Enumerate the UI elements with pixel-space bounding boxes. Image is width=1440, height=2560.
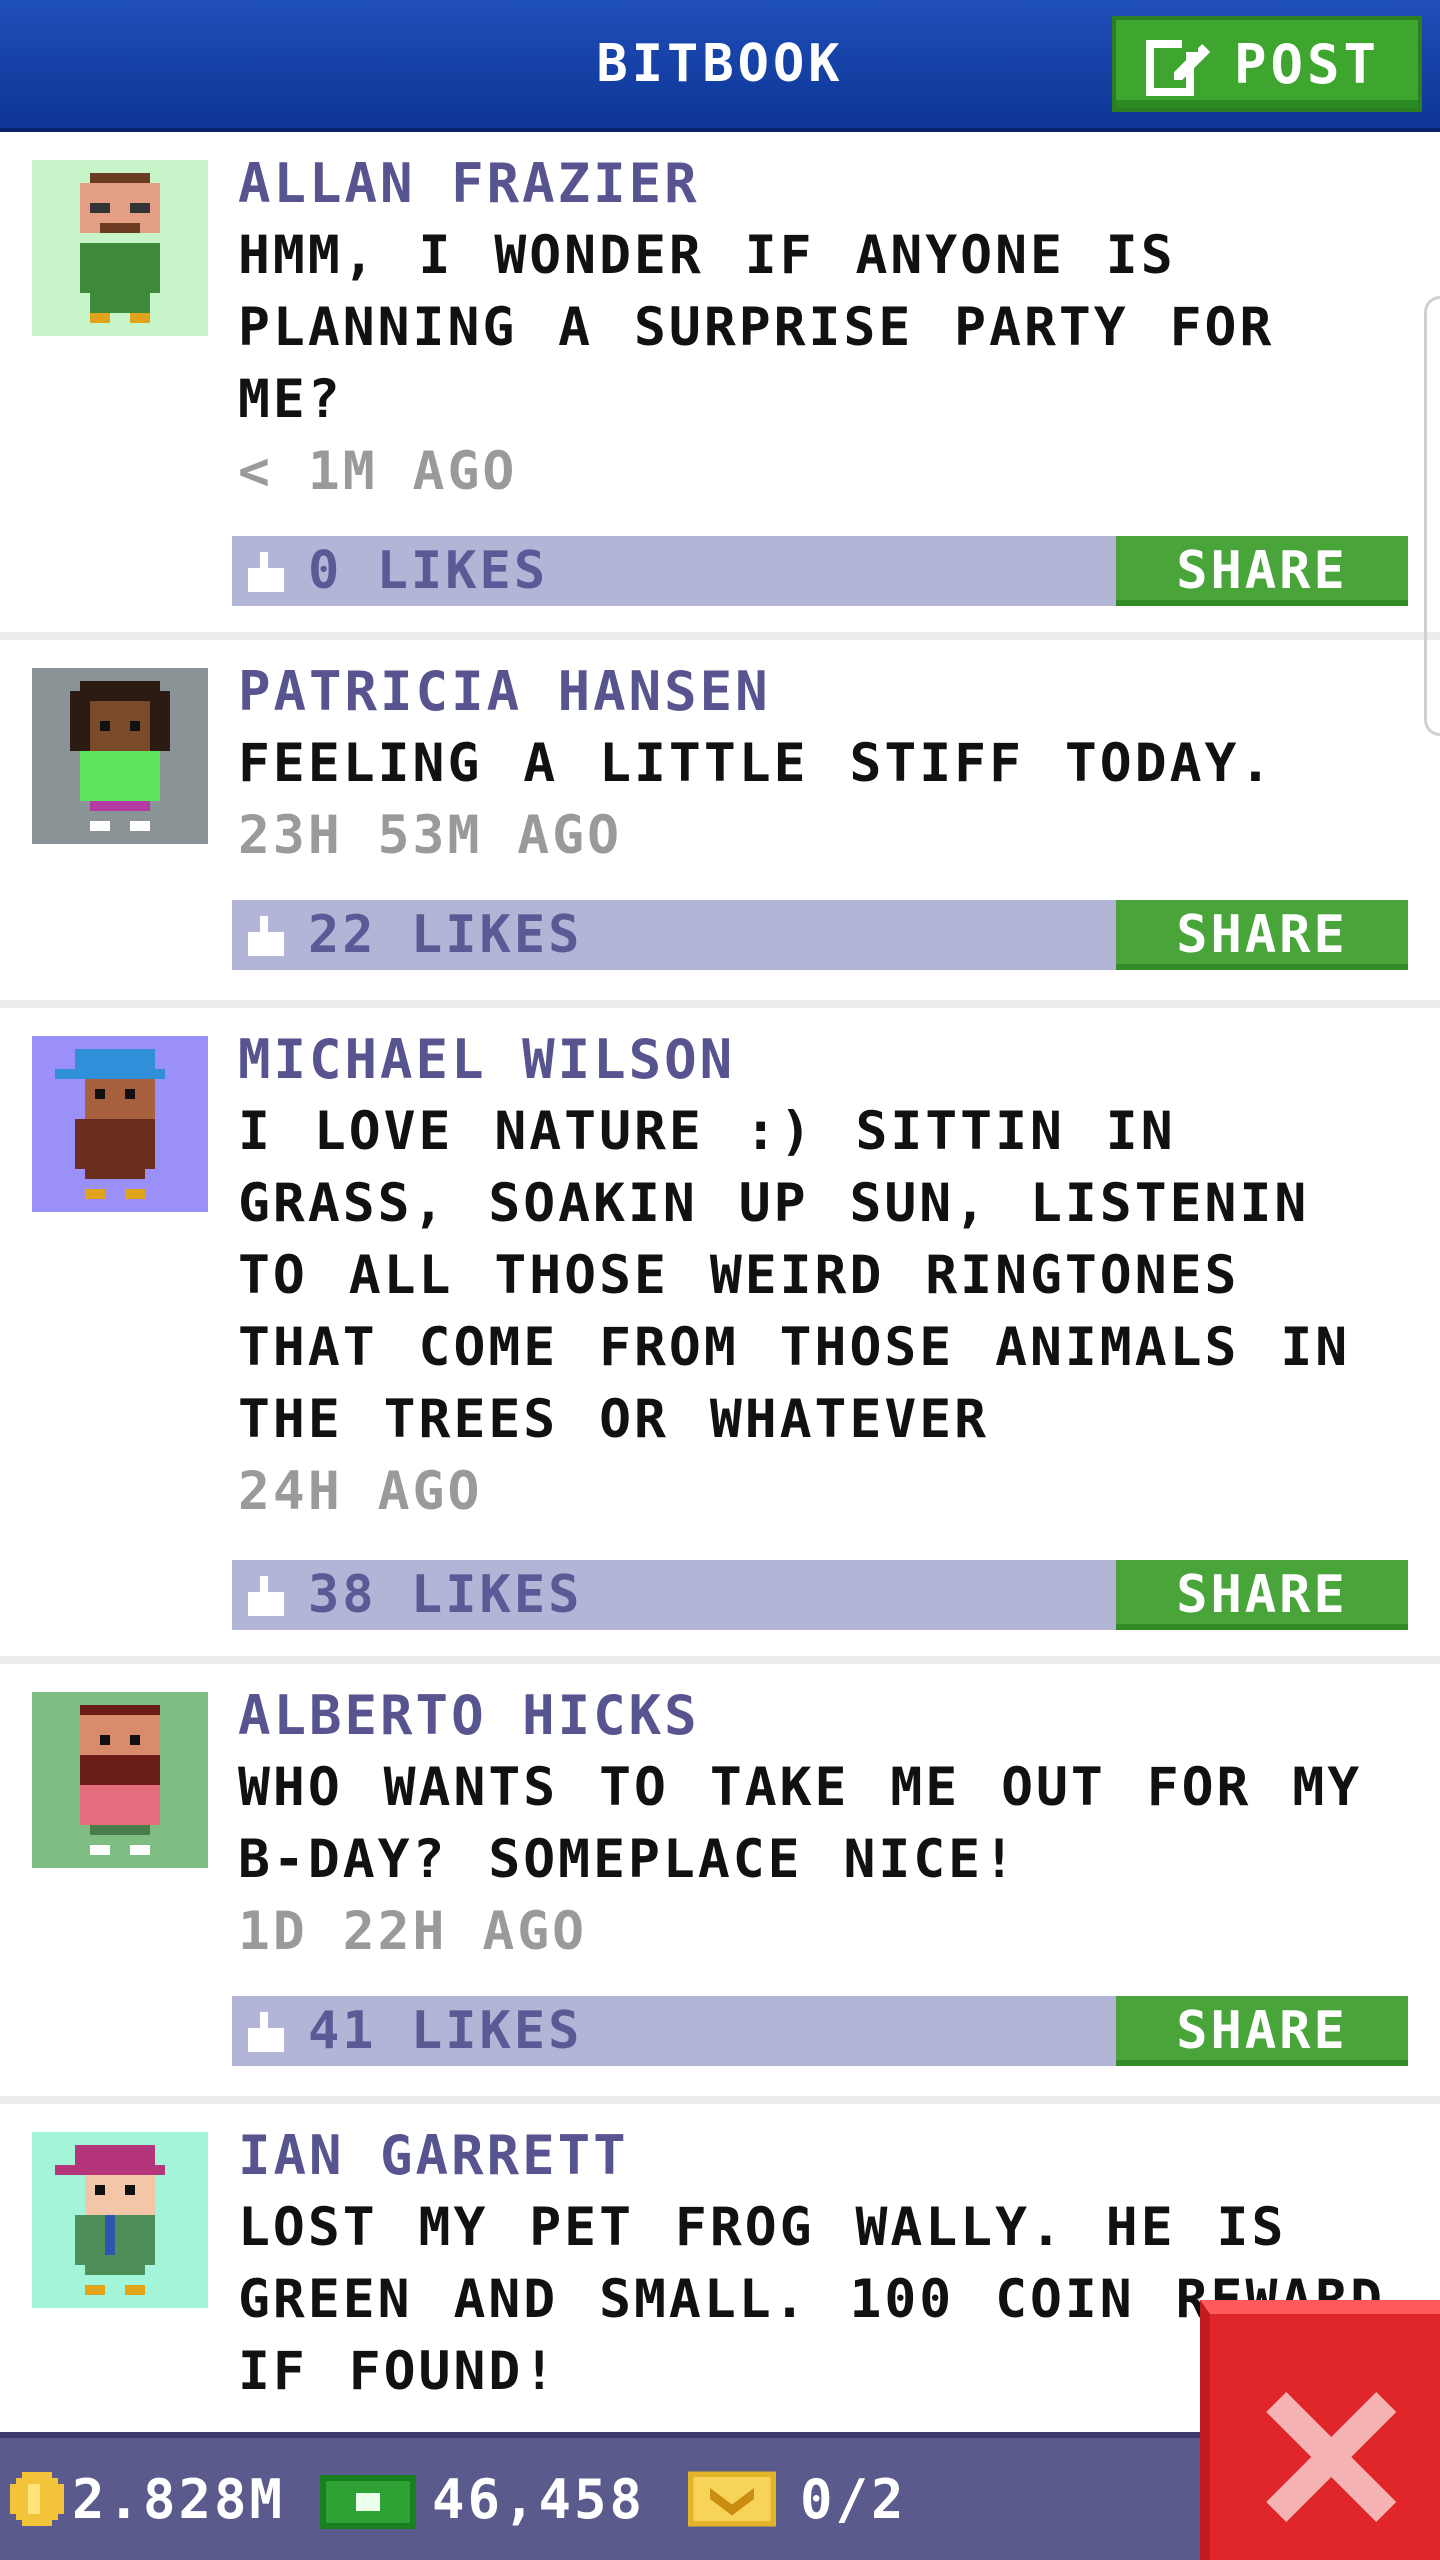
- likes-bar: 22 LIKES SHARE: [232, 900, 1408, 970]
- scroll-indicator[interactable]: [1424, 296, 1440, 736]
- post-timestamp: 24H AGO: [238, 1461, 483, 1522]
- share-button[interactable]: SHARE: [1116, 1560, 1408, 1630]
- ticket-icon: [688, 2471, 776, 2527]
- post-feed[interactable]: ALLAN FRAZIER HMM, I WONDER IF ANYONE IS…: [0, 132, 1440, 2432]
- likes-count: 41 LIKES: [308, 2001, 583, 2061]
- likes-bar: 0 LIKES SHARE: [232, 536, 1408, 606]
- coin-icon: [10, 2472, 64, 2526]
- avatar[interactable]: [32, 2132, 208, 2308]
- post-content: ALLAN FRAZIER HMM, I WONDER IF ANYONE IS…: [238, 148, 1408, 508]
- share-button[interactable]: SHARE: [1116, 900, 1408, 970]
- likes-count: 0 LIKES: [308, 541, 549, 601]
- avatar-man-pink-cap-icon: [55, 2145, 165, 2295]
- feed-post: ALBERTO HICKS WHO WANTS TO TAKE ME OUT F…: [0, 1664, 1440, 2104]
- avatar-man-cap-icon: [55, 1049, 165, 1199]
- feed-post: ALLAN FRAZIER HMM, I WONDER IF ANYONE IS…: [0, 132, 1440, 640]
- feed-post: MICHAEL WILSON I LOVE NATURE :) SITTIN I…: [0, 1008, 1440, 1664]
- avatar[interactable]: [32, 1692, 208, 1868]
- bux-stat: 46,458: [320, 2438, 645, 2560]
- post-content: MICHAEL WILSON I LOVE NATURE :) SITTIN I…: [238, 1024, 1408, 1528]
- post-content: PATRICIA HANSEN FEELING A LITTLE STIFF T…: [238, 656, 1408, 872]
- post-author[interactable]: IAN GARRETT: [238, 2120, 1408, 2192]
- avatar-woman-icon: [70, 681, 170, 831]
- thumbs-up-icon[interactable]: [248, 552, 284, 592]
- post-button-label: POST: [1234, 32, 1381, 96]
- post-author[interactable]: ALBERTO HICKS: [238, 1680, 1408, 1752]
- avatar[interactable]: [32, 668, 208, 844]
- post-author[interactable]: PATRICIA HANSEN: [238, 656, 1408, 728]
- avatar[interactable]: [32, 160, 208, 336]
- post-author[interactable]: MICHAEL WILSON: [238, 1024, 1408, 1096]
- post-button[interactable]: POST: [1112, 16, 1422, 112]
- avatar-man-mustache-icon: [80, 173, 160, 323]
- thumbs-up-icon[interactable]: [248, 916, 284, 956]
- coins-stat: 2.828M: [10, 2438, 285, 2560]
- tickets-stat: 0/2: [688, 2438, 907, 2560]
- post-text: I LOVE NATURE :) SITTIN IN GRASS, SOAKIN…: [238, 1101, 1351, 1450]
- app-header: BITBOOK POST: [0, 0, 1440, 132]
- likes-bar: 38 LIKES SHARE: [232, 1560, 1408, 1630]
- tickets-value: 0/2: [800, 2467, 907, 2531]
- post-text: HMM, I WONDER IF ANYONE IS PLANNING A SU…: [238, 225, 1275, 430]
- avatar[interactable]: [32, 1036, 208, 1212]
- post-timestamp: 23H 53M AGO: [238, 805, 622, 866]
- likes-count: 22 LIKES: [308, 905, 583, 965]
- post-timestamp: < 1M AGO: [238, 441, 518, 502]
- post-text: WHO WANTS TO TAKE ME OUT FOR MY B-DAY? S…: [238, 1757, 1363, 1890]
- post-timestamp: 1D 22H AGO: [238, 1901, 588, 1962]
- post-text: FEELING A LITTLE STIFF TODAY.: [238, 733, 1275, 794]
- thumbs-up-icon[interactable]: [248, 1576, 284, 1616]
- post-content: ALBERTO HICKS WHO WANTS TO TAKE ME OUT F…: [238, 1680, 1408, 1968]
- thumbs-up-icon[interactable]: [248, 2012, 284, 2052]
- share-button[interactable]: SHARE: [1116, 536, 1408, 606]
- post-author[interactable]: ALLAN FRAZIER: [238, 148, 1408, 220]
- bux-value: 46,458: [432, 2467, 646, 2531]
- bux-icon: [320, 2475, 416, 2529]
- likes-count: 38 LIKES: [308, 1565, 583, 1625]
- likes-bar: 41 LIKES SHARE: [232, 1996, 1408, 2066]
- share-button[interactable]: SHARE: [1116, 1996, 1408, 2066]
- close-icon: [1266, 2392, 1396, 2522]
- compose-icon: [1146, 40, 1210, 96]
- coins-value: 2.828M: [72, 2467, 286, 2531]
- avatar-man-beard-icon: [80, 1705, 160, 1855]
- feed-post: PATRICIA HANSEN FEELING A LITTLE STIFF T…: [0, 640, 1440, 1008]
- close-button[interactable]: [1200, 2300, 1440, 2560]
